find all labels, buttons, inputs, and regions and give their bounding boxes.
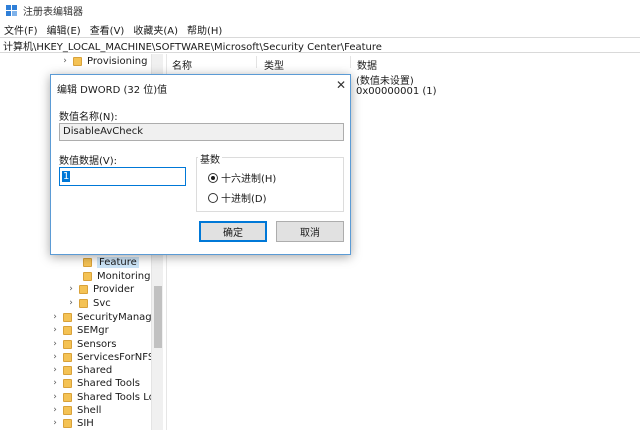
tree-item-label: Monitoring	[97, 270, 151, 282]
tree-item-svc[interactable]: › Svc	[66, 296, 111, 310]
address-path: 计算机\HKEY_LOCAL_MACHINE\SOFTWARE\Microsof…	[3, 41, 382, 53]
tree-item-label: ServicesForNFS	[77, 351, 151, 363]
folder-icon	[63, 392, 72, 402]
menu-help[interactable]: 帮助(H)	[187, 22, 222, 37]
menu-favorites[interactable]: 收藏夹(A)	[133, 22, 178, 37]
chevron-right-icon[interactable]: ›	[66, 298, 76, 308]
tree-item-label: SEMgr	[77, 324, 109, 336]
menu-bar: 文件(F) 编辑(E) 查看(V) 收藏夹(A) 帮助(H)	[0, 21, 640, 37]
chevron-right-icon[interactable]: ›	[50, 339, 60, 349]
folder-icon	[83, 271, 92, 281]
edit-dword-dialog: 编辑 DWORD (32 位)值 ✕ 数值名称(N): DisableAvChe…	[50, 74, 351, 255]
column-header-type[interactable]: 类型	[264, 57, 284, 72]
folder-icon	[63, 339, 72, 349]
cancel-button[interactable]: 取消	[276, 221, 344, 242]
tree-item-servicesfornfs[interactable]: › ServicesForNFS	[50, 350, 151, 364]
tree-scrollbar-thumb[interactable]	[154, 286, 162, 348]
radio-empty-icon[interactable]	[208, 192, 218, 203]
tree-item-securitymanage[interactable]: › SecurityManage	[50, 310, 151, 324]
tree-item-provisioning[interactable]: › Provisioning	[60, 54, 147, 68]
registry-editor-icon	[6, 4, 17, 16]
list-item[interactable]: 0x00000001 (1)	[356, 86, 437, 97]
folder-icon	[79, 284, 88, 294]
value-data-label: 数值数据(V):	[59, 156, 118, 167]
tree-item-shared-tools[interactable]: › Shared Tools	[50, 376, 140, 390]
window-title: 注册表编辑器	[23, 6, 83, 18]
folder-icon	[63, 405, 72, 415]
folder-icon	[63, 418, 72, 428]
value-name-label: 数值名称(N):	[59, 112, 118, 123]
radio-hexadecimal[interactable]: 十六进制(H)	[208, 170, 276, 185]
list-item[interactable]: (数值未设置)	[356, 72, 414, 87]
chevron-right-icon[interactable]: ›	[50, 352, 60, 362]
folder-icon	[79, 298, 88, 308]
menu-view[interactable]: 查看(V)	[90, 22, 125, 37]
folder-icon	[63, 352, 72, 362]
column-header-name[interactable]: 名称	[172, 57, 192, 72]
tree-item-label: Feature	[97, 256, 139, 268]
close-icon[interactable]: ✕	[335, 79, 347, 91]
tree-item-provider[interactable]: › Provider	[66, 282, 134, 296]
folder-icon	[83, 257, 92, 267]
menu-edit[interactable]: 编辑(E)	[47, 22, 81, 37]
chevron-right-icon[interactable]: ›	[50, 325, 60, 335]
chevron-right-icon[interactable]: ›	[60, 56, 70, 66]
tree-item-shell[interactable]: › Shell	[50, 403, 101, 417]
tree-item-label: SIH	[77, 417, 94, 429]
list-item-data: 0x00000001 (1)	[356, 86, 437, 97]
tree-item-label: Sensors	[77, 338, 117, 350]
tree-item-shared[interactable]: › Shared	[50, 363, 112, 377]
address-bar[interactable]: 计算机\HKEY_LOCAL_MACHINE\SOFTWARE\Microsof…	[0, 37, 640, 53]
tree-item-feature[interactable]: Feature	[70, 255, 139, 269]
tree-item-label: Shared	[77, 364, 113, 376]
radio-selected-icon[interactable]	[208, 172, 218, 183]
tree-item-label: Svc	[93, 297, 111, 309]
title-bar: 注册表编辑器	[0, 0, 640, 20]
tree-item-label: Provisioning	[87, 55, 148, 67]
dialog-title: 编辑 DWORD (32 位)值	[57, 85, 168, 96]
menu-file[interactable]: 文件(F)	[4, 22, 38, 37]
folder-icon	[73, 56, 82, 66]
chevron-right-icon[interactable]: ›	[50, 312, 60, 322]
value-name-field: DisableAvCheck	[59, 123, 344, 141]
chevron-right-icon[interactable]: ›	[50, 392, 60, 402]
chevron-right-icon[interactable]: ›	[50, 418, 60, 428]
column-header-data[interactable]: 数据	[357, 57, 377, 72]
folder-icon	[63, 312, 72, 322]
tree-item-label: Provider	[93, 283, 135, 295]
chevron-right-icon[interactable]: ›	[50, 405, 60, 415]
chevron-right-icon[interactable]: ›	[66, 284, 76, 294]
value-data-input[interactable]: 1	[59, 167, 186, 186]
tree-item-monitoring[interactable]: Monitoring	[70, 269, 150, 283]
folder-icon	[63, 378, 72, 388]
tree-item-label: Shell	[77, 404, 102, 416]
radio-decimal[interactable]: 十进制(D)	[208, 190, 267, 205]
folder-icon	[63, 365, 72, 375]
base-label: 基数	[198, 151, 222, 166]
tree-item-label: SecurityManage	[77, 311, 151, 323]
tree-item-sih[interactable]: › SIH	[50, 416, 94, 430]
chevron-right-icon[interactable]: ›	[50, 365, 60, 375]
folder-icon	[63, 325, 72, 335]
chevron-right-icon[interactable]: ›	[50, 378, 60, 388]
tree-item-label: Shared Tools	[77, 377, 141, 389]
tree-item-sensors[interactable]: › Sensors	[50, 337, 117, 351]
tree-item-label: Shared Tools Lo	[77, 391, 151, 403]
ok-button[interactable]: 确定	[199, 221, 267, 242]
tree-item-semgr[interactable]: › SEMgr	[50, 323, 109, 337]
tree-item-shared-tools-lo[interactable]: › Shared Tools Lo	[50, 390, 151, 404]
